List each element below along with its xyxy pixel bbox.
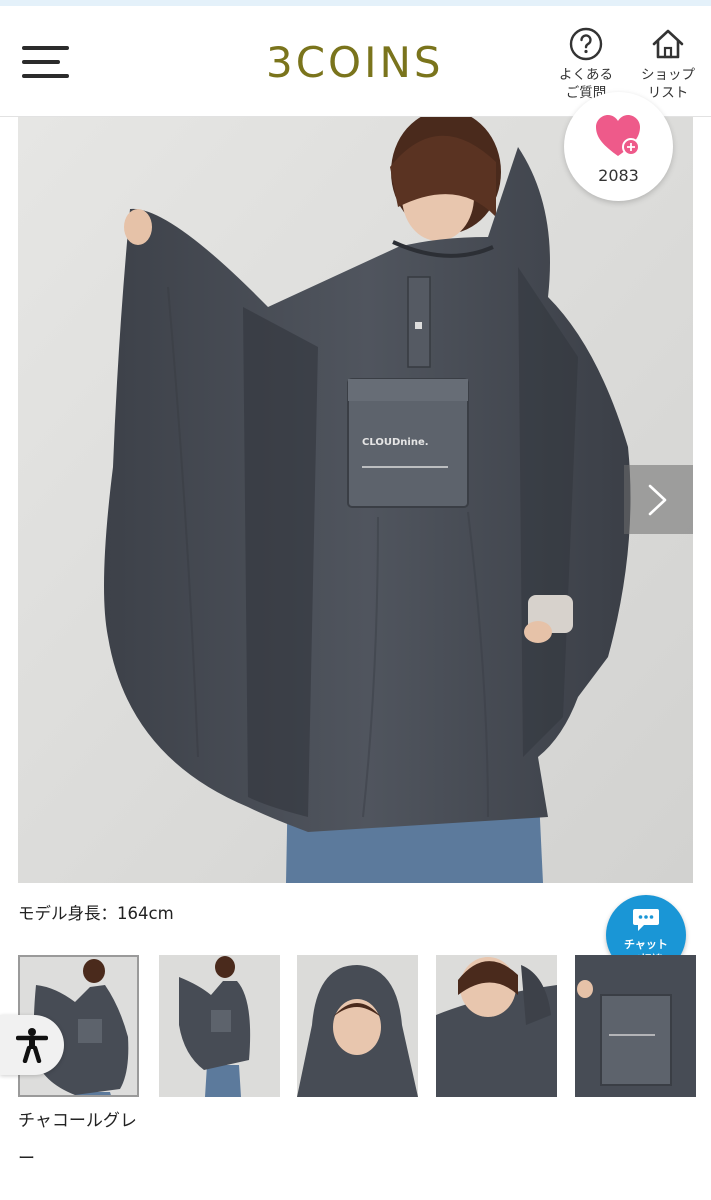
chevron-right-icon [648,484,667,516]
heart-plus-icon [596,115,640,156]
faq-button[interactable]: よくある ご質問 [552,26,620,102]
shop-list-label: ショップ リスト [641,67,695,101]
model-height-text: モデル身長：164cm [18,904,174,923]
product-main-image[interactable]: CLOUDnine. [18,117,693,883]
thumbnail-list [18,955,711,1097]
accessibility-button[interactable] [0,1015,64,1075]
chat-bubble-icon [633,909,659,931]
thumbnail-5[interactable] [575,955,696,1097]
thumbnail-4[interactable] [436,955,557,1097]
favorite-count: 2083 [598,166,639,185]
house-icon [652,29,684,59]
thumbnail-3[interactable] [297,955,418,1097]
question-circle-icon [569,27,603,61]
poncho-model-photo: CLOUDnine. [18,117,693,883]
next-image-button[interactable] [624,465,693,534]
thumbnail-2[interactable] [159,955,280,1097]
favorite-button[interactable]: 2083 [564,92,673,201]
shop-list-button[interactable]: ショップ リスト [634,26,702,102]
color-name: チャコールグレー [18,1111,137,1169]
site-logo[interactable]: 3COINS [266,38,444,87]
accessibility-person-icon [16,1028,48,1063]
pocket-brand-text: CLOUDnine. [362,437,429,448]
hamburger-menu-icon[interactable] [22,46,70,80]
